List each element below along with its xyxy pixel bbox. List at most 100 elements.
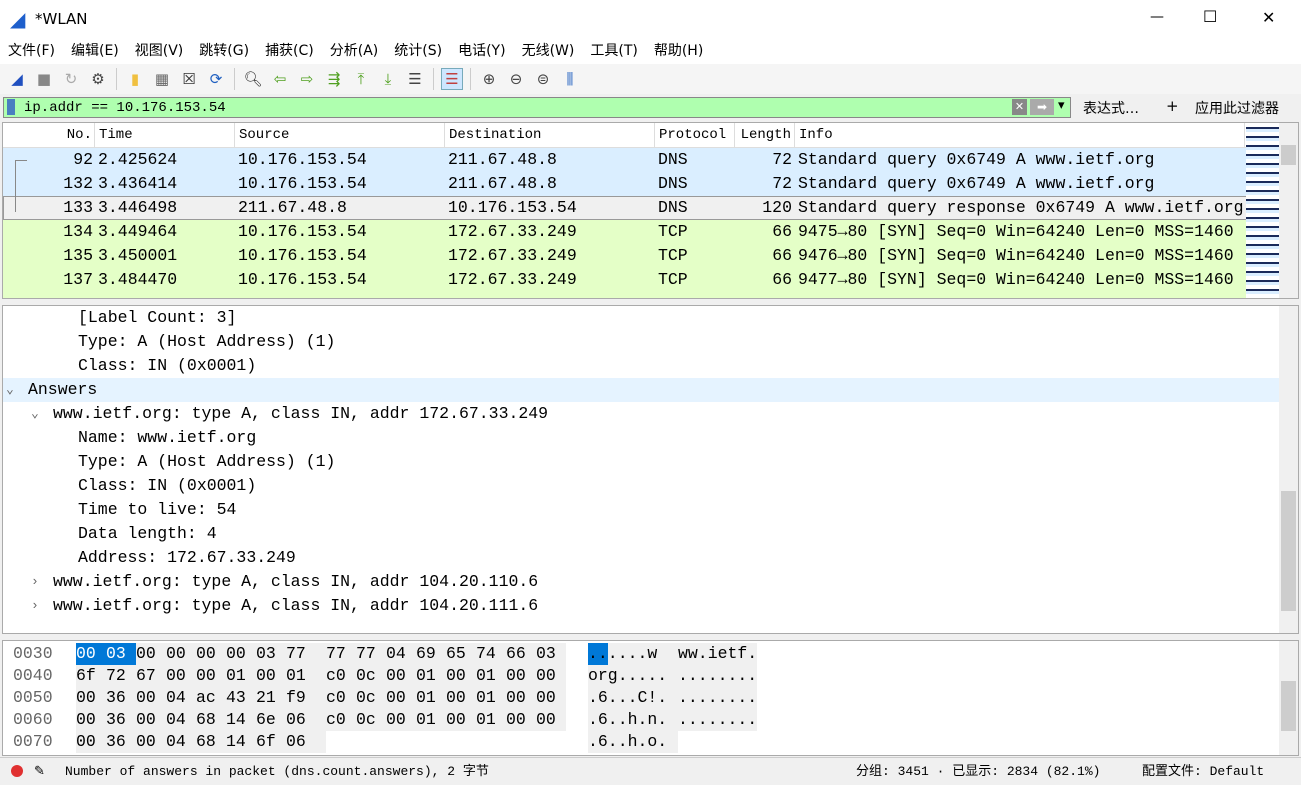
menu-item[interactable]: 分析(A) bbox=[330, 38, 379, 64]
column-header[interactable]: Protocol bbox=[655, 123, 735, 147]
menu-item[interactable]: 统计(S) bbox=[394, 38, 442, 64]
bytes-ascii[interactable]: .6...C!......... bbox=[588, 687, 758, 709]
hex-byte[interactable]: 01 bbox=[416, 709, 446, 731]
menu-item[interactable]: 帮助(H) bbox=[654, 38, 703, 64]
hex-byte[interactable]: 00 bbox=[386, 687, 416, 709]
bytes-hex[interactable]: 00 36 00 04 ac 43 21 f9 c0 0c 00 01 00 01 00 00 bbox=[76, 687, 588, 709]
hex-byte[interactable]: 01 bbox=[416, 665, 446, 687]
go-last-icon[interactable]: ⤓ bbox=[377, 68, 399, 90]
hex-byte[interactable]: 6f bbox=[256, 731, 286, 753]
detail-tree-item[interactable]: Address: 172.67.33.249 bbox=[3, 546, 1298, 570]
bytes-hex[interactable]: 00 36 00 04 68 14 6f 06 bbox=[76, 731, 588, 753]
hex-byte[interactable]: 65 bbox=[446, 643, 476, 665]
edit-comment-icon[interactable]: ✎ bbox=[34, 758, 45, 785]
hex-byte[interactable]: 00 bbox=[386, 665, 416, 687]
hex-byte[interactable]: 03 bbox=[256, 643, 286, 665]
stop-icon[interactable]: ■ bbox=[33, 68, 55, 90]
hex-byte[interactable]: 00 bbox=[446, 709, 476, 731]
maximize-button[interactable]: ☐ bbox=[1203, 7, 1217, 26]
column-header[interactable]: Destination bbox=[445, 123, 655, 147]
hex-byte[interactable]: 0c bbox=[356, 665, 386, 687]
menu-item[interactable]: 工具(T) bbox=[590, 38, 637, 64]
packet-row[interactable]: 133 3.446498 211.67.48.8 10.176.153.54 DNS 12… bbox=[3, 196, 1298, 220]
hex-byte[interactable]: 14 bbox=[226, 709, 256, 731]
menu-item[interactable]: 无线(W) bbox=[522, 38, 575, 64]
go-first-icon[interactable]: ⤒ bbox=[350, 68, 372, 90]
hex-byte[interactable]: 69 bbox=[416, 643, 446, 665]
bytes-ascii[interactable]: .6..h.n......... bbox=[588, 709, 758, 731]
restart-icon[interactable]: ↻ bbox=[60, 68, 82, 90]
detail-tree-item[interactable]: ⌄ www.ietf.org: type A, class IN, addr 17… bbox=[3, 402, 1298, 426]
detail-tree-item[interactable]: Name: www.ietf.org bbox=[3, 426, 1298, 450]
hex-byte[interactable]: 66 bbox=[506, 643, 536, 665]
hex-byte[interactable]: 00 bbox=[226, 643, 256, 665]
hex-byte[interactable]: 00 bbox=[506, 687, 536, 709]
hex-byte[interactable]: 00 bbox=[446, 665, 476, 687]
hex-byte[interactable]: 03 bbox=[106, 643, 136, 665]
reload-file-icon[interactable]: ⟳ bbox=[205, 68, 227, 90]
hex-byte[interactable]: 72 bbox=[106, 665, 136, 687]
hex-byte[interactable]: 14 bbox=[226, 731, 256, 753]
packet-row[interactable]: 134 3.449464 10.176.153.54 172.67.33.249 TCP… bbox=[3, 220, 1298, 244]
apply-filter-arrow-button[interactable]: ➡ bbox=[1030, 99, 1054, 115]
column-header[interactable]: No. bbox=[3, 123, 95, 147]
packet-row[interactable]: 137 3.484470 10.176.153.54 172.67.33.249 TCP… bbox=[3, 268, 1298, 292]
hex-byte[interactable]: 00 bbox=[536, 665, 566, 687]
minimize-button[interactable]: — bbox=[1150, 9, 1164, 25]
colorize-icon[interactable]: ☰ bbox=[441, 68, 463, 90]
detail-tree-item[interactable]: [Label Count: 3] bbox=[3, 306, 1298, 330]
hex-byte[interactable]: 06 bbox=[286, 709, 326, 731]
auto-scroll-icon[interactable]: ☰ bbox=[404, 68, 426, 90]
hex-byte[interactable]: 04 bbox=[166, 687, 196, 709]
hex-byte[interactable]: 67 bbox=[136, 665, 166, 687]
hex-byte[interactable]: 00 bbox=[136, 643, 166, 665]
bytes-ascii[interactable]: ......w ww.ietf. bbox=[588, 643, 758, 665]
hex-byte[interactable]: 04 bbox=[166, 709, 196, 731]
hex-byte[interactable]: 77 bbox=[356, 643, 386, 665]
hex-byte[interactable]: 00 bbox=[76, 687, 106, 709]
hex-byte[interactable]: 04 bbox=[386, 643, 416, 665]
detail-tree-item[interactable]: ⌄ Answers bbox=[3, 378, 1298, 402]
chevron-right-icon[interactable]: › bbox=[31, 594, 39, 618]
column-header[interactable]: Info bbox=[795, 123, 1245, 147]
hex-byte[interactable]: 00 bbox=[166, 665, 196, 687]
hex-byte[interactable]: 00 bbox=[136, 731, 166, 753]
menu-item[interactable]: 文件(F) bbox=[8, 38, 55, 64]
hex-byte[interactable]: 36 bbox=[106, 687, 136, 709]
hex-byte[interactable]: 00 bbox=[136, 687, 166, 709]
hex-byte[interactable]: 00 bbox=[136, 709, 166, 731]
hex-byte[interactable]: 00 bbox=[196, 665, 226, 687]
chevron-down-icon[interactable]: ⌄ bbox=[31, 402, 39, 426]
hex-byte[interactable]: 6e bbox=[256, 709, 286, 731]
detail-tree-item[interactable]: Data length: 4 bbox=[3, 522, 1298, 546]
column-header[interactable]: Length bbox=[735, 123, 795, 147]
hex-byte[interactable]: 00 bbox=[506, 709, 536, 731]
hex-byte[interactable]: 00 bbox=[446, 687, 476, 709]
hex-byte[interactable]: 6f bbox=[76, 665, 106, 687]
hex-byte[interactable]: 00 bbox=[386, 709, 416, 731]
hex-byte[interactable]: 77 bbox=[326, 643, 356, 665]
detail-tree-item[interactable]: Class: IN (0x0001) bbox=[3, 354, 1298, 378]
go-forward-icon[interactable]: ⇨ bbox=[296, 68, 318, 90]
packet-row[interactable]: 135 3.450001 10.176.153.54 172.67.33.249 TCP… bbox=[3, 244, 1298, 268]
hex-byte[interactable]: c0 bbox=[326, 687, 356, 709]
hex-byte[interactable]: 21 bbox=[256, 687, 286, 709]
hex-byte[interactable]: 00 bbox=[166, 643, 196, 665]
packet-row[interactable]: 92 2.425624 10.176.153.54 211.67.48.8 DNS 72 S… bbox=[3, 148, 1298, 172]
hex-byte[interactable]: 00 bbox=[536, 687, 566, 709]
bytes-scrollbar[interactable] bbox=[1279, 641, 1298, 755]
hex-byte[interactable]: 36 bbox=[106, 709, 136, 731]
hex-byte[interactable]: 00 bbox=[76, 709, 106, 731]
column-header[interactable]: Source bbox=[235, 123, 445, 147]
add-filter-button-icon[interactable]: + bbox=[1166, 97, 1179, 115]
bytes-ascii[interactable]: org............. bbox=[588, 665, 758, 687]
detail-tree-item[interactable]: › www.ietf.org: type A, class IN, addr 10… bbox=[3, 594, 1298, 618]
hex-byte[interactable]: 01 bbox=[286, 665, 326, 687]
zoom-out-icon[interactable]: ⊖ bbox=[505, 68, 527, 90]
bytes-hex[interactable]: 00 03 00 00 00 00 03 77 77 77 04 69 65 74 66 03 bbox=[76, 643, 588, 665]
hex-byte[interactable]: 00 bbox=[536, 709, 566, 731]
hex-byte[interactable]: 0c bbox=[356, 709, 386, 731]
close-button[interactable]: ✕ bbox=[1262, 8, 1275, 27]
bytes-hex[interactable]: 6f 72 67 00 00 01 00 01 c0 0c 00 01 00 01 00 00 bbox=[76, 665, 588, 687]
hex-byte[interactable]: 00 bbox=[196, 643, 226, 665]
